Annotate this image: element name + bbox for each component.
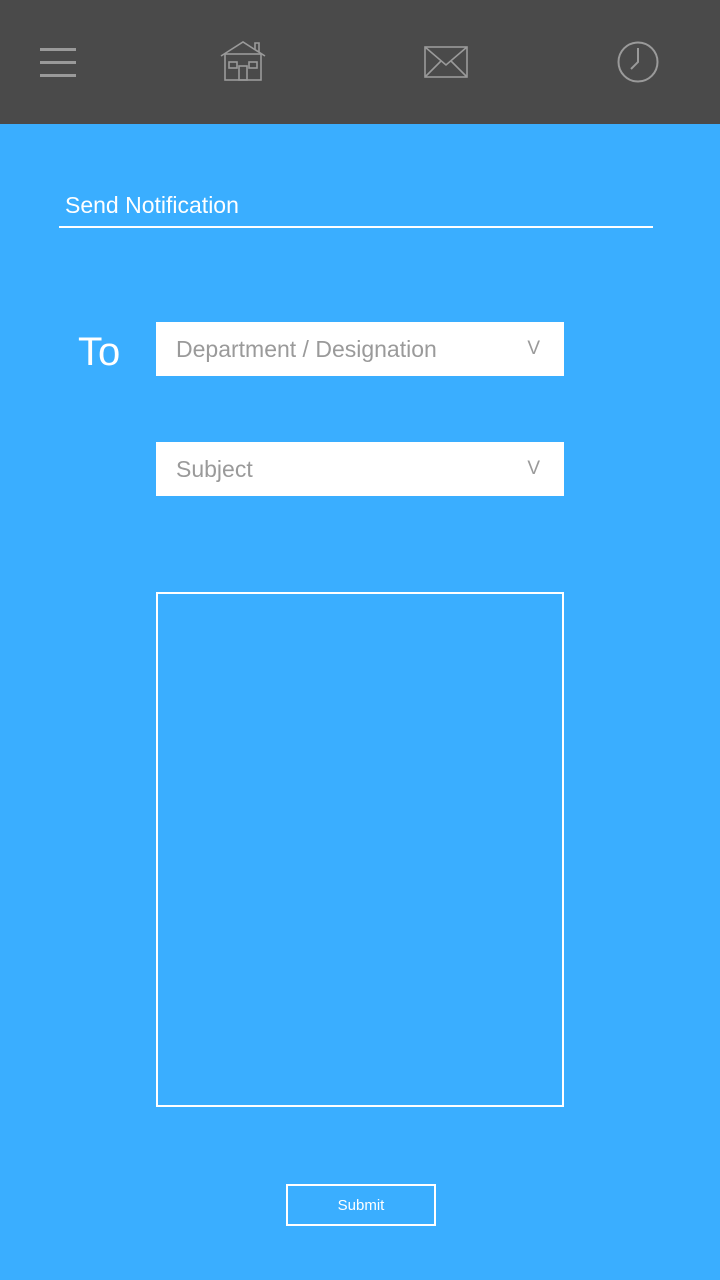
recipient-dropdown-placeholder: Department / Designation <box>176 336 437 362</box>
message-textarea[interactable] <box>156 592 564 1107</box>
notification-form: Send Notification To Department / Design… <box>0 124 720 1280</box>
home-icon[interactable] <box>219 38 267 86</box>
recipient-dropdown[interactable]: Department / Designation V <box>156 322 564 376</box>
to-label: To <box>78 330 121 374</box>
top-nav-bar <box>0 0 720 124</box>
submit-button[interactable]: Submit <box>286 1184 436 1226</box>
page-title: Send Notification <box>65 192 239 218</box>
title-divider <box>59 226 653 228</box>
chevron-down-icon: V <box>527 458 540 479</box>
subject-dropdown[interactable]: Subject V <box>156 442 564 496</box>
chevron-down-icon: V <box>527 338 540 359</box>
subject-dropdown-placeholder: Subject <box>176 456 253 482</box>
menu-icon[interactable] <box>34 38 82 86</box>
clock-icon[interactable] <box>614 38 662 86</box>
mail-icon[interactable] <box>422 38 470 86</box>
